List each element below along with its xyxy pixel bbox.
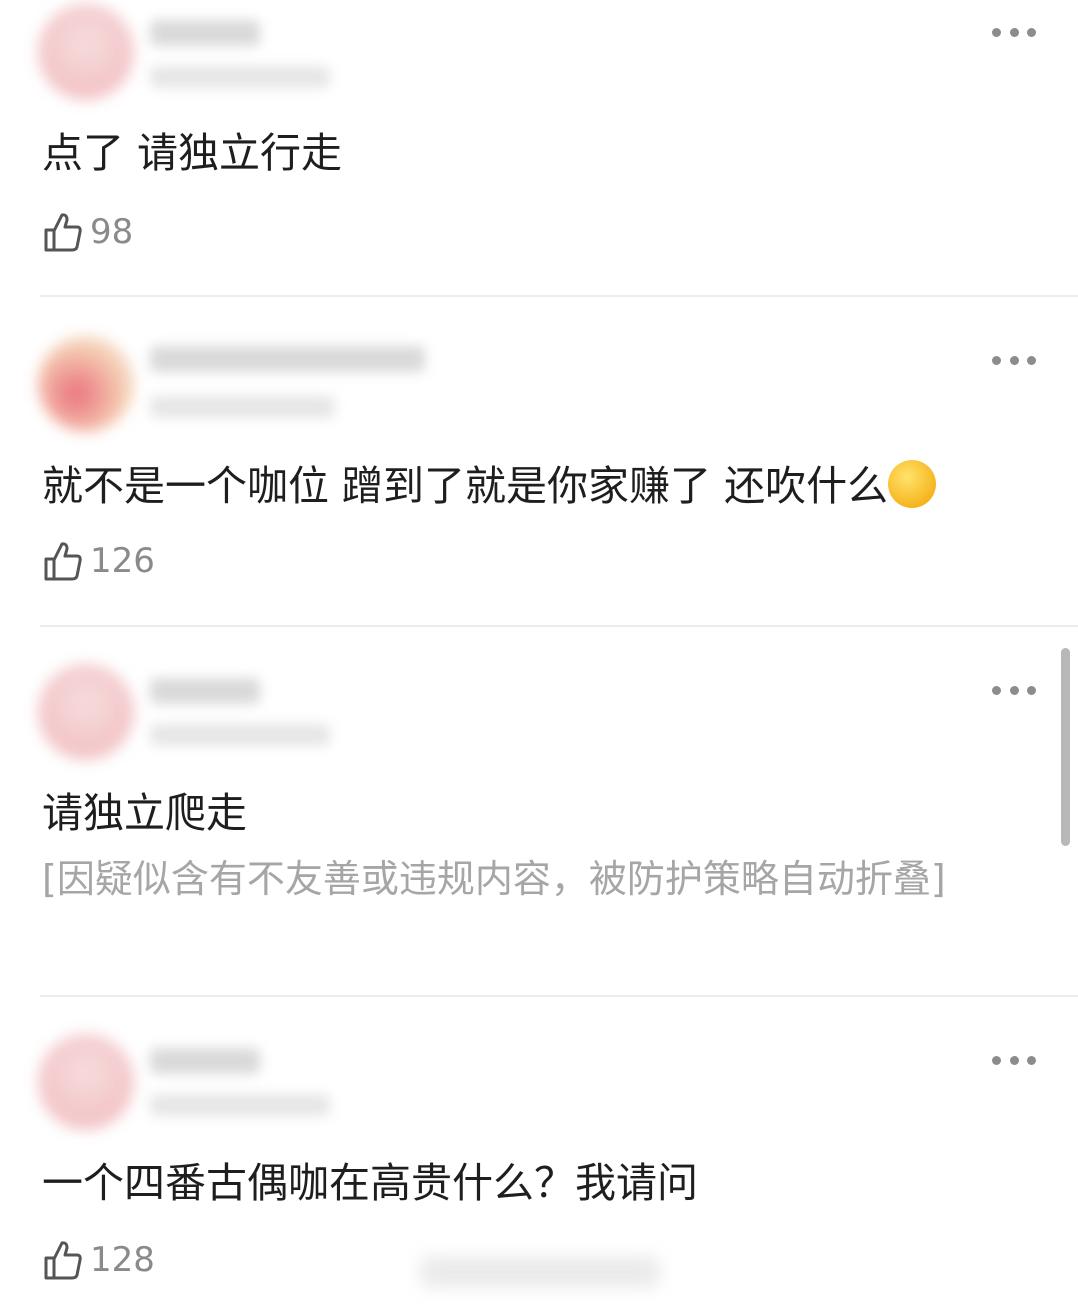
more-options-button[interactable]	[992, 26, 1036, 38]
username-blurred[interactable]	[150, 20, 260, 46]
timestamp-blurred	[150, 724, 330, 746]
avatar[interactable]	[38, 4, 134, 100]
more-options-button[interactable]	[992, 354, 1036, 366]
comment-text: 就不是一个咖位 蹭到了就是你家赚了 还吹什么	[42, 460, 1038, 509]
comment-text: 一个四番古偶咖在高贵什么？我请问	[42, 1159, 698, 1207]
more-dots-icon	[992, 1055, 1001, 1065]
watermark-blurred	[420, 1256, 660, 1288]
more-options-button[interactable]	[992, 1054, 1036, 1066]
comment-text-body: 就不是一个咖位 蹭到了就是你家赚了 还吹什么	[42, 462, 889, 510]
like-count: 98	[90, 212, 134, 252]
rolling-on-floor-laughing-emoji	[888, 460, 937, 508]
timestamp-blurred	[150, 396, 335, 418]
like-count: 126	[90, 541, 155, 581]
comment-item: 请独立爬走 [因疑似含有不友善或违规内容，被防护策略自动折叠]	[0, 626, 1078, 996]
like-button[interactable]: 128	[42, 1236, 155, 1284]
thumbs-up-icon	[44, 213, 82, 252]
avatar[interactable]	[38, 1034, 134, 1130]
username-blurred[interactable]	[150, 346, 425, 372]
like-count: 128	[90, 1240, 155, 1280]
comment-item: 点了 请独立行走 98	[0, 0, 1078, 296]
more-dots-icon	[992, 685, 1001, 695]
timestamp-blurred	[150, 66, 330, 88]
avatar[interactable]	[38, 664, 134, 760]
more-dots-icon	[992, 27, 1001, 37]
username-blurred[interactable]	[150, 678, 260, 704]
more-dots-icon	[992, 355, 1001, 365]
more-options-button[interactable]	[992, 684, 1036, 696]
username-blurred[interactable]	[150, 1048, 260, 1074]
avatar[interactable]	[38, 336, 134, 432]
comment-item: 就不是一个咖位 蹭到了就是你家赚了 还吹什么 126	[0, 296, 1078, 626]
comment-text: 点了 请独立行走	[42, 129, 343, 177]
thumbs-up-icon	[44, 542, 82, 581]
like-button[interactable]: 98	[42, 208, 133, 256]
like-button[interactable]: 126	[42, 537, 155, 585]
thumbs-up-icon	[44, 1241, 82, 1280]
timestamp-blurred	[150, 1094, 330, 1116]
comment-text: 请独立爬走	[42, 789, 247, 837]
folded-notice[interactable]: [因疑似含有不友善或违规内容，被防护策略自动折叠]	[42, 854, 1002, 904]
scrollbar[interactable]	[1061, 648, 1070, 846]
